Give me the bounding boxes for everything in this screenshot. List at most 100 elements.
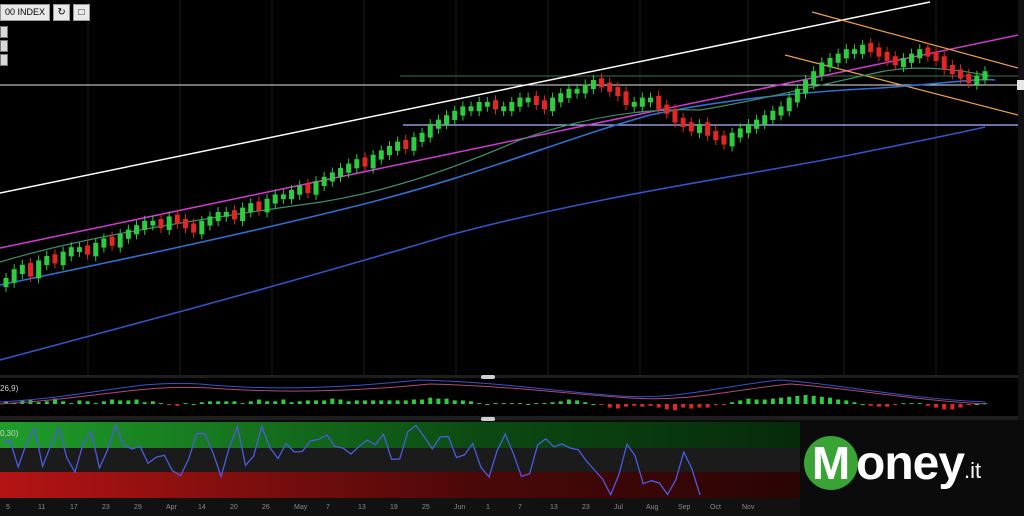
macd-bar (175, 404, 180, 406)
candle-body (696, 124, 702, 134)
macd-bar (860, 404, 865, 405)
macd-bar (526, 404, 531, 405)
macd-bar (852, 402, 857, 404)
logo-m: M (804, 436, 858, 490)
candle-body (533, 95, 539, 105)
macd-bar (240, 403, 245, 405)
pane-divider[interactable] (0, 375, 1018, 378)
x-tick-label: 26 (262, 504, 270, 511)
candle-body (517, 97, 523, 107)
macd-bar (811, 395, 816, 404)
macd-bar (624, 404, 629, 407)
macd-bar (542, 403, 547, 405)
candle-body (386, 146, 392, 156)
candle-body (182, 219, 188, 229)
logo-word: oney (856, 437, 965, 490)
candle-body (76, 247, 82, 252)
macd-bar (371, 400, 376, 404)
candle-body (860, 44, 866, 54)
candle-body (811, 71, 817, 85)
macd-bar (583, 402, 588, 404)
macd-bar (289, 402, 294, 404)
pane-resize-handle[interactable] (481, 375, 495, 379)
candle-body (786, 97, 792, 112)
candle-body (843, 49, 849, 59)
refresh-icon[interactable]: ↻ (53, 3, 71, 21)
candle-body (909, 53, 915, 63)
macd-bar (730, 402, 735, 404)
macd-bar (159, 403, 164, 405)
side-tab-1[interactable] (0, 26, 8, 38)
x-tick-label: 11 (38, 504, 45, 511)
pane-resize-handle-2[interactable] (481, 417, 495, 421)
macd-pane[interactable] (0, 378, 1018, 416)
candle-body (941, 56, 947, 70)
candle-body (174, 214, 180, 224)
candle-body (60, 251, 66, 266)
macd-bar (591, 404, 596, 405)
macd-bar (118, 400, 123, 404)
symbol-label[interactable]: 00 INDEX (0, 3, 51, 21)
macd-bar (787, 396, 792, 404)
candle-body (117, 234, 123, 248)
expand-icon[interactable]: □ (73, 3, 91, 21)
macd-bar (836, 399, 841, 404)
candle-body (427, 124, 433, 138)
side-tab-3[interactable] (0, 54, 8, 66)
candle-body (191, 223, 197, 233)
candle-body (395, 141, 401, 151)
side-tab-2[interactable] (0, 40, 8, 52)
candle-body (419, 132, 425, 142)
macd-bar (428, 397, 433, 404)
candle-body (607, 82, 613, 92)
candle-body (958, 69, 964, 79)
candle-body (346, 163, 352, 173)
x-tick-label: 7 (518, 504, 522, 511)
x-tick-label: Aug (646, 504, 659, 511)
macd-bar (338, 399, 343, 404)
macd-bar (167, 404, 172, 405)
candle-body (566, 88, 572, 98)
macd-bar (689, 404, 694, 409)
candle-body (44, 256, 50, 266)
candle-body (729, 132, 735, 147)
macd-bar (232, 401, 237, 404)
x-tick-label: Sep (678, 504, 691, 511)
candle-body (158, 219, 164, 229)
candle-body (754, 119, 760, 129)
chart-toolbar: 00 INDEX ↻ □ (0, 3, 91, 21)
macd-bar (607, 404, 612, 408)
macd-bar (199, 402, 204, 404)
x-tick-label: 1 (486, 504, 490, 511)
x-tick-label: 25 (422, 504, 430, 511)
macd-bar (934, 404, 939, 408)
macd-bar (346, 401, 351, 404)
x-tick-label: 5 (6, 504, 10, 511)
candle-body (509, 102, 515, 112)
pane-divider-2[interactable] (0, 416, 1018, 420)
macd-bar (738, 400, 743, 404)
macd-bar (558, 401, 563, 404)
candle-body (664, 104, 670, 114)
macd-bar (452, 400, 457, 404)
candle-body (305, 183, 311, 193)
macd-bar (183, 403, 188, 405)
macd-bar (640, 404, 645, 407)
macd-bar (330, 398, 335, 404)
macd-bar (819, 396, 824, 404)
candle-body (101, 238, 107, 248)
macd-bar (411, 399, 416, 404)
macd-bar (460, 400, 465, 404)
macd-bar (672, 404, 677, 411)
macd-bar (958, 404, 963, 408)
x-tick-label: 23 (102, 504, 110, 511)
x-tick-label: 29 (134, 504, 142, 511)
candle-body (452, 110, 458, 120)
macd-bar (207, 401, 212, 404)
macd-bar (379, 400, 384, 404)
candle-body (3, 278, 9, 288)
candle-body (525, 97, 531, 103)
macd-bar (354, 400, 359, 404)
candle-body (501, 106, 507, 112)
macd-bar (575, 400, 580, 404)
